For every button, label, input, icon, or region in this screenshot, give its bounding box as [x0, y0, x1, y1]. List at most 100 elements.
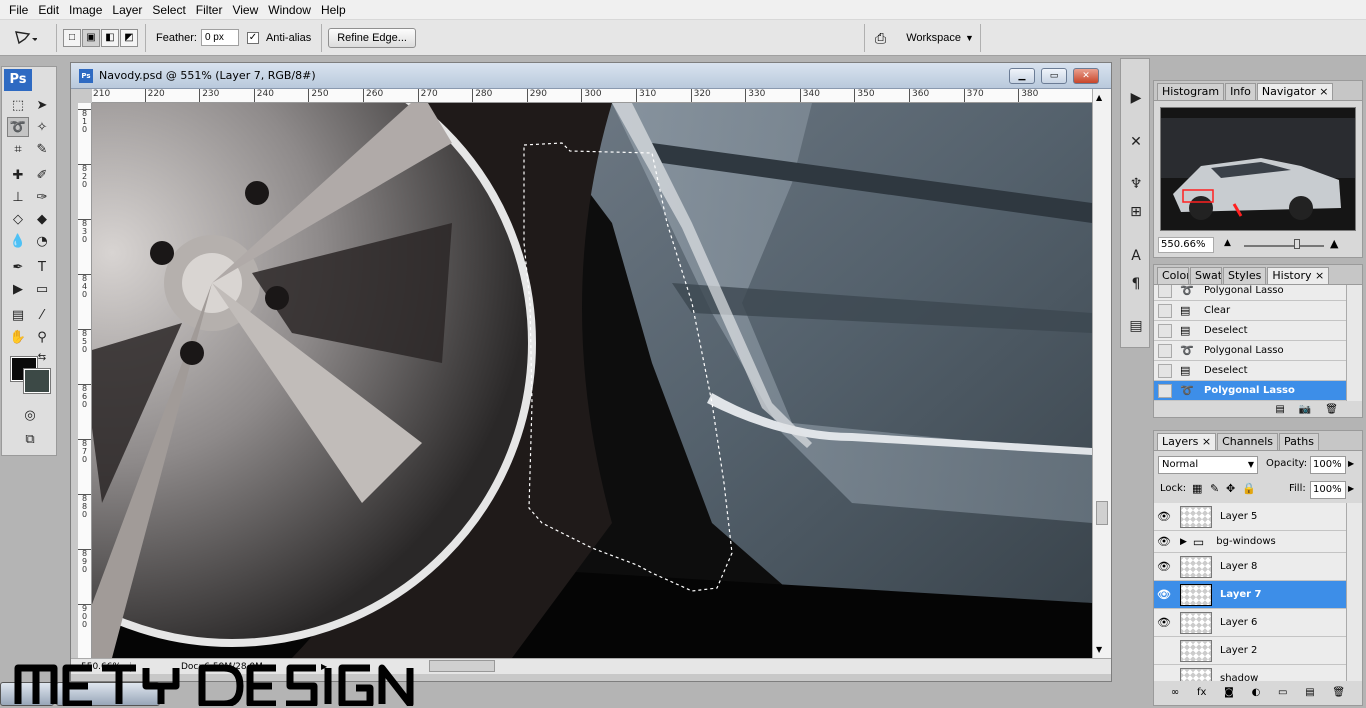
clone-source-icon[interactable]: ⊞ — [1125, 201, 1147, 223]
vertical-ruler[interactable]: 8 1 0 8 2 0 8 3 0 8 4 0 8 5 0 8 6 0 8 7 0 8 8 0… — [78, 103, 92, 658]
navigator-zoom-input[interactable]: 550.66% — [1158, 237, 1214, 253]
zoom-out-icon[interactable]: ▲ — [1224, 238, 1231, 248]
opacity-input[interactable]: 100% — [1310, 456, 1346, 474]
magic-wand-icon[interactable]: ✧ — [31, 117, 53, 137]
layer-style-icon[interactable]: fx — [1197, 687, 1206, 698]
fill-input[interactable]: 100% — [1310, 481, 1346, 499]
horizontal-ruler[interactable]: 210 220 230 240 250 260 270 280 290 300 310 320 330 3… — [92, 89, 1092, 103]
screen-mode-icon[interactable]: ⧉ — [19, 429, 41, 449]
brush-icon[interactable]: ✐ — [31, 165, 53, 185]
new-selection-icon[interactable]: □ — [63, 28, 81, 47]
tab-info[interactable]: Info — [1225, 83, 1256, 100]
refine-edge-button[interactable]: Refine Edge... — [328, 27, 416, 48]
menu-layer[interactable]: Layer — [107, 0, 147, 20]
new-document-from-state-icon[interactable]: ▤ — [1275, 404, 1284, 415]
layer-mask-icon[interactable]: ◙ — [1224, 687, 1234, 698]
brushes-icon[interactable]: ♆ — [1125, 173, 1147, 195]
clone-stamp-icon[interactable]: ⊥ — [7, 187, 29, 207]
type-icon[interactable]: T — [31, 257, 53, 277]
crop-icon[interactable]: ⌗ — [7, 139, 29, 159]
layer-row[interactable]: 👁 Layer 5 — [1154, 503, 1346, 531]
eye-icon[interactable]: 👁 — [1154, 588, 1174, 601]
tab-history[interactable]: History × — [1267, 267, 1330, 284]
history-brush-icon[interactable]: ✑ — [31, 187, 53, 207]
character-icon[interactable]: A — [1125, 245, 1147, 267]
tab-channels[interactable]: Channels — [1217, 433, 1279, 450]
layer-row[interactable]: □shadow — [1154, 665, 1346, 681]
workspace-button[interactable]: Workspace — [906, 32, 961, 44]
fill-slider-icon[interactable]: ▶ — [1348, 484, 1354, 493]
zoom-in-icon[interactable]: ▲ — [1330, 237, 1338, 250]
lock-image-icon[interactable]: ✎ — [1210, 482, 1219, 495]
healing-brush-icon[interactable]: ✚ — [7, 165, 29, 185]
menu-window[interactable]: Window — [263, 0, 316, 20]
tab-paths[interactable]: Paths — [1279, 433, 1319, 450]
lock-position-icon[interactable]: ✥ — [1226, 482, 1235, 495]
image-canvas[interactable] — [92, 103, 1092, 658]
lock-transparent-icon[interactable]: ▦ — [1192, 482, 1202, 495]
zoom-slider-handle[interactable] — [1294, 239, 1300, 249]
menu-help[interactable]: Help — [316, 0, 351, 20]
menu-view[interactable]: View — [227, 0, 263, 20]
tab-swatches[interactable]: Swatc — [1190, 267, 1222, 284]
history-item[interactable]: ➰ Polygonal Lasso — [1154, 341, 1346, 361]
history-item[interactable]: ▤ Clear — [1154, 301, 1346, 321]
zoom-icon[interactable]: ⚲ — [31, 327, 53, 347]
ps-logo[interactable]: Ps — [4, 69, 32, 91]
adjustment-layer-icon[interactable]: ◐ — [1252, 687, 1261, 698]
link-layers-icon[interactable]: ∞ — [1171, 687, 1179, 698]
history-item[interactable]: ▤ Deselect — [1154, 361, 1346, 381]
snapshot-icon[interactable]: 📷 — [1299, 404, 1311, 415]
vertical-scrollbar[interactable]: ▲ ▼ — [1092, 89, 1111, 658]
background-color-swatch[interactable] — [23, 368, 51, 394]
feather-input[interactable]: 0 px — [200, 29, 239, 46]
slice-icon[interactable]: ✎ — [31, 139, 53, 159]
maximize-button[interactable]: ▭ — [1041, 68, 1067, 84]
path-select-icon[interactable]: ▶ — [7, 279, 29, 299]
layer-comps-icon[interactable]: ▤ — [1125, 315, 1147, 337]
layer-row[interactable]: □Layer 2 — [1154, 637, 1346, 665]
blend-mode-select[interactable]: Normal ▼ — [1158, 456, 1258, 474]
eye-icon[interactable]: 👁 — [1154, 510, 1174, 523]
dodge-icon[interactable]: ◔ — [31, 231, 53, 251]
menu-file[interactable]: File — [4, 0, 33, 20]
intersect-selection-icon[interactable]: ◩ — [120, 28, 138, 47]
history-item[interactable]: ▤ Deselect — [1154, 321, 1346, 341]
history-item[interactable]: ➰ Polygonal Lasso — [1154, 285, 1346, 301]
new-group-icon[interactable]: ▭ — [1278, 687, 1287, 698]
history-scrollbar[interactable] — [1346, 285, 1362, 401]
menu-image[interactable]: Image — [64, 0, 107, 20]
notes-icon[interactable]: ▤ — [7, 305, 29, 325]
quick-mask-icon[interactable]: ◎ — [19, 405, 41, 425]
menu-filter[interactable]: Filter — [191, 0, 228, 20]
menu-edit[interactable]: Edit — [33, 0, 64, 20]
eye-icon[interactable]: □ — [1154, 672, 1174, 681]
tab-histogram[interactable]: Histogram — [1157, 83, 1225, 100]
history-item-selected[interactable]: ➰ Polygonal Lasso — [1154, 381, 1346, 401]
minimize-button[interactable]: ▁ — [1009, 68, 1035, 84]
tab-layers[interactable]: Layers × — [1157, 433, 1217, 450]
scroll-thumb[interactable] — [1096, 501, 1108, 525]
delete-layer-icon[interactable]: 🗑 — [1332, 687, 1345, 698]
swap-colors-icon[interactable]: ⇆ — [34, 349, 50, 365]
pen-icon[interactable]: ✒ — [7, 257, 29, 277]
navigator-thumbnail[interactable] — [1160, 107, 1356, 231]
opacity-slider-icon[interactable]: ▶ — [1348, 459, 1354, 468]
marquee-icon[interactable]: ⬚ — [7, 95, 29, 115]
hand-icon[interactable]: ✋ — [7, 327, 29, 347]
shape-icon[interactable]: ▭ — [31, 279, 53, 299]
layer-group-row[interactable]: 👁 ▶ ▭ bg-windows — [1154, 531, 1346, 553]
eraser-icon[interactable]: ◇ — [7, 209, 29, 229]
tool-preset-picker[interactable] — [0, 29, 50, 47]
menu-select[interactable]: Select — [147, 0, 190, 20]
close-button[interactable]: ✕ — [1073, 68, 1099, 84]
scroll-down-icon[interactable]: ▼ — [1096, 645, 1102, 654]
lasso-icon[interactable]: ➰ — [7, 117, 29, 137]
eye-icon[interactable]: 👁 — [1154, 535, 1174, 548]
h-scroll-thumb[interactable] — [429, 660, 495, 672]
layer-row[interactable]: 👁 Layer 8 — [1154, 553, 1346, 581]
blur-icon[interactable]: 💧 — [7, 231, 29, 251]
new-layer-icon[interactable]: ▤ — [1305, 687, 1314, 698]
paint-bucket-icon[interactable]: ◆ — [31, 209, 53, 229]
eye-icon[interactable]: 👁 — [1154, 560, 1174, 573]
